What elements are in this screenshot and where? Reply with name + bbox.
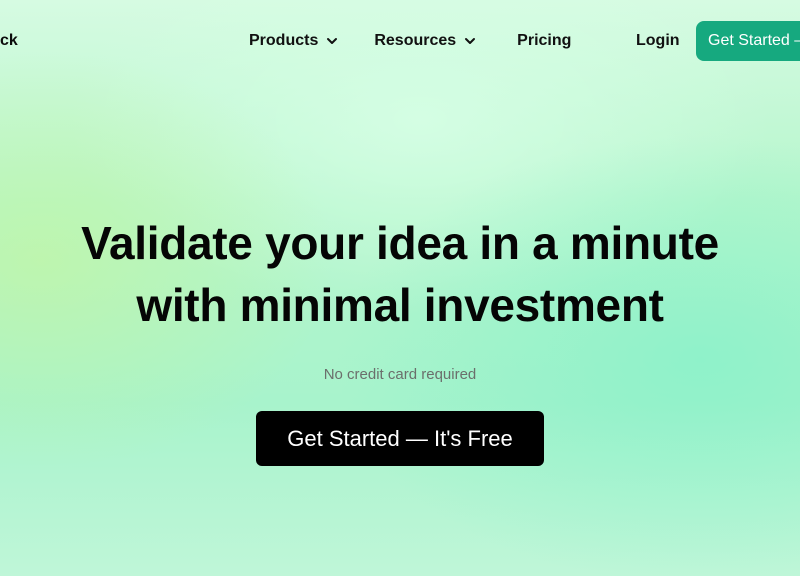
- nav-links: Products Resources Pricing: [249, 29, 571, 53]
- chevron-down-icon: [465, 38, 476, 44]
- get-started-free-button[interactable]: Get Started — It's Free: [256, 411, 544, 466]
- navbar: ck Products Resources Pricing Login Get …: [0, 0, 800, 84]
- login-link[interactable]: Login: [636, 31, 680, 51]
- hero-title-line-1: Validate your idea in a minute: [81, 217, 719, 269]
- hero-title: Validate your idea in a minute with mini…: [0, 212, 800, 336]
- nav-item-label: Resources: [374, 32, 457, 49]
- nav-item-resources[interactable]: Resources: [374, 32, 476, 50]
- nav-item-products[interactable]: Products: [249, 32, 338, 50]
- nav-item-label: Products: [249, 32, 319, 49]
- hero-title-line-2: with minimal investment: [136, 279, 664, 331]
- chevron-down-icon: [327, 38, 338, 44]
- brand-logo-text[interactable]: ck: [0, 31, 18, 51]
- nav-item-pricing[interactable]: Pricing: [517, 32, 571, 50]
- nav-item-label: Pricing: [517, 32, 572, 49]
- no-credit-card-note: No credit card required: [323, 366, 477, 383]
- nav-get-started-button[interactable]: Get Started —: [696, 21, 800, 61]
